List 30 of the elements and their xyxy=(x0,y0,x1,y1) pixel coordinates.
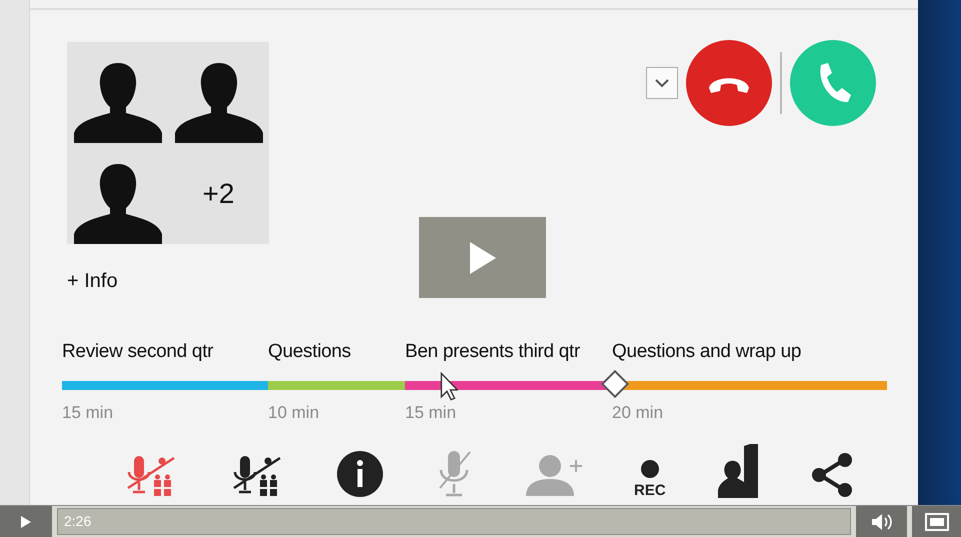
chevron-down-icon xyxy=(654,78,670,88)
share-icon[interactable] xyxy=(810,452,854,498)
person-icon xyxy=(72,61,164,143)
agenda-item-duration: 20 min xyxy=(612,402,664,422)
fullscreen-icon xyxy=(924,512,948,530)
agenda-item-title: Ben presents third qtr xyxy=(405,340,580,364)
big-play-button[interactable] xyxy=(419,217,546,298)
agenda-item-title: Questions xyxy=(268,340,351,364)
info-link[interactable]: + Info xyxy=(67,266,269,296)
mouse-pointer-icon xyxy=(440,372,458,401)
raised-hand-icon[interactable] xyxy=(716,442,760,498)
agenda-item-duration: 15 min xyxy=(62,402,114,422)
play-icon xyxy=(468,240,498,276)
volume-button[interactable] xyxy=(856,506,907,537)
record-button[interactable]: REC xyxy=(634,458,666,498)
agenda-item-title: Questions and wrap up xyxy=(612,340,802,364)
info-icon[interactable] xyxy=(336,450,384,498)
record-dot-icon xyxy=(640,458,660,478)
agenda-item-duration: 15 min xyxy=(405,402,456,422)
play-button[interactable] xyxy=(0,506,52,537)
current-time: 2:26 xyxy=(64,512,92,531)
person-icon xyxy=(72,162,164,244)
person-icon xyxy=(172,61,264,143)
more-participants-count: +2 xyxy=(202,176,234,210)
agenda-item-title: Review second qtr xyxy=(62,340,214,364)
speaker-icon xyxy=(870,512,892,530)
fullscreen-button[interactable] xyxy=(912,506,961,537)
dropdown-button[interactable] xyxy=(646,67,678,99)
agenda-item-duration: 10 min xyxy=(268,402,320,422)
play-icon xyxy=(20,514,32,528)
